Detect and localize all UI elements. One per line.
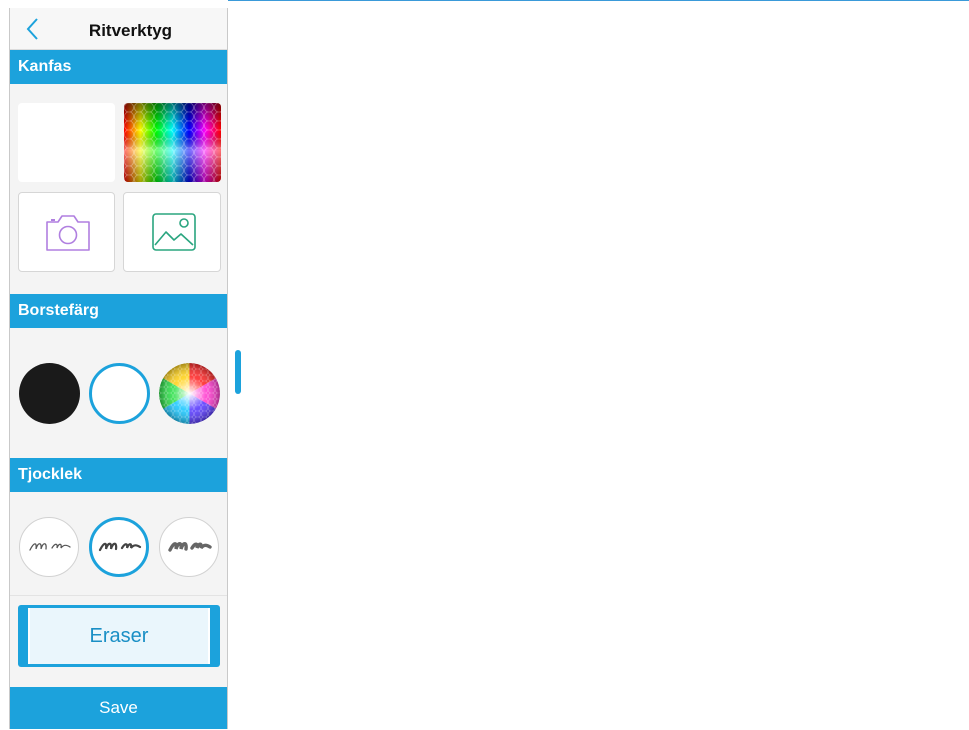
- photo-library-option[interactable]: [123, 192, 221, 272]
- thin-brush-button[interactable]: [19, 517, 79, 577]
- camera-icon: [46, 215, 90, 251]
- eraser-label: Eraser: [28, 608, 210, 664]
- color-palette-canvas-option[interactable]: [124, 103, 221, 182]
- image-icon: [152, 213, 196, 251]
- white-canvas-option[interactable]: [18, 103, 115, 182]
- brush-color-section: [10, 328, 227, 458]
- black-color-swatch[interactable]: [19, 363, 80, 424]
- brush-color-section-heading: Borstefärg: [10, 294, 227, 328]
- color-palette-thumbnail: [124, 103, 221, 182]
- panel-title: Ritverktyg: [88, 21, 173, 40]
- camera-option[interactable]: [18, 192, 115, 272]
- divider: [10, 595, 227, 596]
- color-wheel-swatch[interactable]: [159, 363, 220, 424]
- thick-stroke-icon: [168, 542, 212, 552]
- canvas-section-heading: Kanfas: [10, 50, 227, 84]
- white-color-swatch[interactable]: [89, 363, 150, 424]
- thickness-section-heading: Tjocklek: [10, 458, 227, 492]
- color-wheel-icon: [159, 363, 220, 424]
- drawing-canvas[interactable]: [228, 0, 969, 730]
- thick-brush-button[interactable]: [159, 517, 219, 577]
- eraser-button[interactable]: Eraser: [18, 605, 220, 667]
- medium-brush-button[interactable]: [89, 517, 149, 577]
- panel-resize-handle[interactable]: [235, 350, 241, 394]
- drawing-tools-panel: Ritverktyg Kanfas Borstefärg Tjocklek Er…: [9, 8, 228, 729]
- thin-stroke-icon: [29, 543, 71, 551]
- panel-header: Ritverktyg: [10, 8, 227, 50]
- medium-stroke-icon: [98, 542, 142, 552]
- canvas-section: [10, 84, 227, 294]
- save-button[interactable]: Save: [10, 687, 227, 729]
